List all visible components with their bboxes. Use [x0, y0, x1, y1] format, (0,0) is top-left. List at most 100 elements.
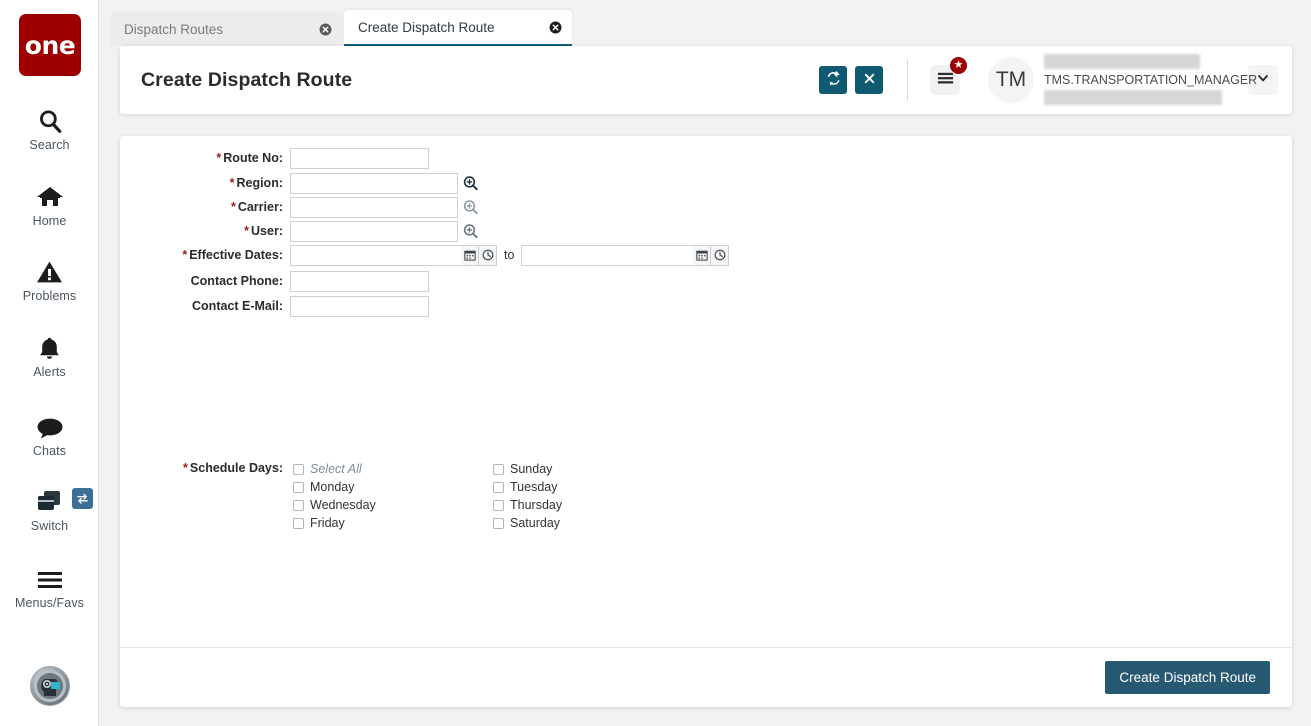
ai-assistant-avatar-icon[interactable]: [30, 666, 70, 706]
menus-favorites-button[interactable]: ★: [930, 56, 968, 95]
close-circle-icon[interactable]: [319, 23, 332, 36]
checkbox-box[interactable]: [493, 463, 504, 475]
route-no-label: * Route No:: [120, 151, 290, 165]
route-no-input[interactable]: [290, 147, 429, 169]
tab-create-dispatch-route[interactable]: Create Dispatch Route: [344, 10, 572, 46]
label-text: User:: [251, 224, 283, 238]
sidebar-item-home[interactable]: Home: [0, 180, 99, 228]
checkbox-label: Select All: [310, 462, 362, 476]
redacted-bar-bottom: [1044, 90, 1222, 105]
magnifier-plus-icon[interactable]: [463, 224, 478, 239]
sidebar-item-chats[interactable]: Chats: [0, 410, 99, 458]
hamburger-icon: [937, 71, 954, 90]
page-title: Create Dispatch Route: [141, 68, 353, 91]
form-row-region: * Region:: [120, 172, 478, 194]
magnifier-plus-icon[interactable]: [463, 176, 478, 191]
switch-windows-icon: [36, 485, 64, 515]
user-label: * User:: [120, 224, 290, 238]
form-row-effective-dates: * Effective Dates: to: [120, 244, 730, 266]
avatar-initials: TM: [995, 68, 1027, 91]
clock-icon[interactable]: [479, 244, 497, 266]
close-circle-icon[interactable]: [549, 21, 562, 34]
form-row-contact-email: Contact E-Mail:: [120, 295, 429, 317]
main-content-card: * Route No: * Region: * Carrier: * User:…: [120, 136, 1292, 707]
swap-arrows-icon[interactable]: [72, 488, 93, 509]
left-sidebar: one Search Home Problems Alerts Chats Sw…: [0, 0, 99, 726]
sidebar-item-alerts[interactable]: Alerts: [0, 331, 99, 379]
create-dispatch-route-button[interactable]: Create Dispatch Route: [1105, 661, 1270, 694]
checkbox-select-all[interactable]: Select All: [293, 460, 362, 478]
app-logo[interactable]: one: [19, 14, 81, 76]
magnifier-plus-icon[interactable]: [463, 200, 478, 215]
sidebar-item-label: Switch: [30, 519, 69, 533]
sidebar-item-label: Alerts: [33, 365, 66, 379]
effective-dates-label: * Effective Dates:: [120, 248, 290, 262]
avatar[interactable]: TM: [988, 57, 1034, 103]
checkbox-wednesday[interactable]: Wednesday: [293, 496, 376, 514]
checkbox-friday[interactable]: Friday: [293, 514, 345, 532]
sidebar-item-search[interactable]: Search: [0, 104, 99, 152]
hamburger-icon: [35, 562, 65, 592]
contact-phone-input[interactable]: [290, 270, 429, 292]
chat-bubble-icon: [36, 410, 64, 440]
required-marker: *: [183, 461, 188, 475]
calendar-icon[interactable]: [461, 244, 479, 266]
carrier-input[interactable]: [290, 196, 458, 218]
home-icon: [36, 180, 64, 210]
user-name: TMS.TRANSPORTATION_MANAGER: [1044, 73, 1258, 87]
clock-icon[interactable]: [711, 244, 730, 266]
checkbox-box[interactable]: [293, 481, 304, 493]
checkbox-label: Saturday: [510, 516, 561, 530]
contact-email-label: Contact E-Mail:: [192, 299, 283, 313]
user-info-block: TMS.TRANSPORTATION_MANAGER: [1044, 54, 1257, 106]
form-footer: Create Dispatch Route: [120, 647, 1292, 707]
checkbox-box[interactable]: [293, 463, 304, 475]
form-row-route-no: * Route No:: [120, 147, 429, 169]
checkbox-label: Friday: [310, 516, 345, 530]
sidebar-item-label: Chats: [32, 444, 67, 458]
tab-strip: Dispatch Routes Create Dispatch Route: [110, 0, 1311, 46]
checkbox-monday[interactable]: Monday: [293, 478, 354, 496]
required-marker: *: [229, 176, 235, 190]
checkbox-sunday[interactable]: Sunday: [493, 460, 552, 478]
chevron-down-icon: [1256, 71, 1270, 90]
checkbox-label: Tuesday: [510, 480, 558, 494]
region-input[interactable]: [290, 172, 458, 194]
checkbox-saturday[interactable]: Saturday: [493, 514, 560, 532]
user-input[interactable]: [290, 220, 458, 242]
page-header-card: Create Dispatch Route ★ TM TMS.TRANSPORT…: [120, 46, 1292, 114]
required-marker: *: [182, 248, 188, 262]
label-text: Carrier:: [237, 200, 283, 214]
checkbox-thursday[interactable]: Thursday: [493, 496, 562, 514]
form-row-carrier: * Carrier:: [120, 196, 478, 218]
label-text: Region:: [236, 176, 283, 190]
checkbox-box[interactable]: [493, 499, 504, 511]
checkbox-box[interactable]: [293, 517, 304, 529]
checkbox-label: Sunday: [510, 462, 553, 476]
checkbox-label: Wednesday: [310, 498, 376, 512]
checkbox-label: Thursday: [510, 498, 563, 512]
warning-triangle-icon: [36, 255, 63, 285]
checkbox-box[interactable]: [493, 481, 504, 493]
checkbox-box[interactable]: [293, 499, 304, 511]
refresh-icon: [826, 70, 841, 89]
tab-label: Create Dispatch Route: [358, 19, 495, 35]
required-marker: *: [230, 200, 236, 214]
sidebar-item-problems[interactable]: Problems: [0, 255, 99, 303]
sidebar-item-label: Search: [29, 138, 70, 152]
effective-date-from-input[interactable]: [290, 244, 461, 266]
refresh-button[interactable]: [819, 66, 847, 94]
checkbox-tuesday[interactable]: Tuesday: [493, 478, 557, 496]
effective-date-to-input[interactable]: [521, 244, 694, 266]
label-text: Route No:: [223, 151, 283, 165]
tab-label: Dispatch Routes: [124, 21, 224, 37]
header-actions: ★ TM TMS.TRANSPORTATION_MANAGER: [811, 46, 1292, 114]
tab-dispatch-routes[interactable]: Dispatch Routes: [110, 12, 342, 46]
region-label: * Region:: [120, 176, 290, 190]
sidebar-item-menus-favs[interactable]: Menus/Favs: [0, 562, 99, 610]
contact-email-input[interactable]: [290, 295, 429, 317]
calendar-icon[interactable]: [693, 244, 712, 266]
close-button[interactable]: [855, 66, 883, 94]
checkbox-box[interactable]: [493, 517, 504, 529]
label-text: Schedule Days:: [189, 461, 283, 475]
